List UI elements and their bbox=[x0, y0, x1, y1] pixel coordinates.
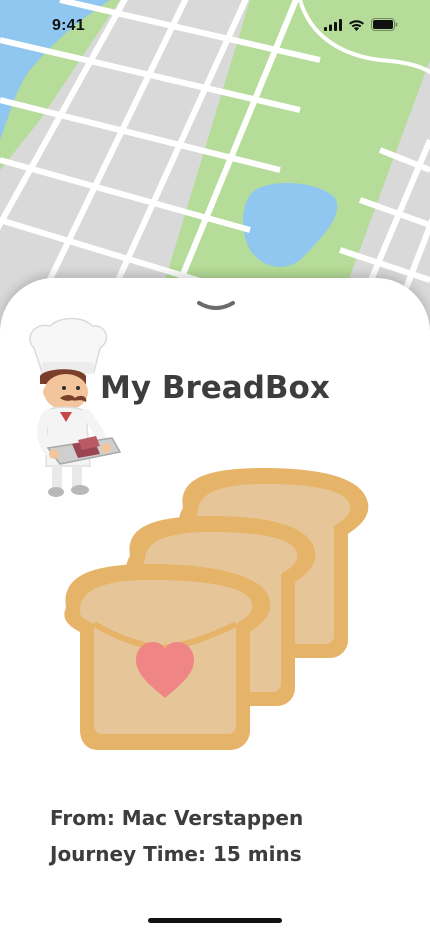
journey-time-line: Journey Time: 15 mins bbox=[50, 836, 303, 872]
stacked-bread-slices-with-heart-icon bbox=[64, 468, 369, 750]
from-label: From: bbox=[50, 806, 115, 830]
battery-icon bbox=[371, 18, 398, 31]
from-line: From: Mac Verstappen bbox=[50, 800, 303, 836]
page-title: My BreadBox bbox=[100, 370, 330, 406]
status-time: 9:41 bbox=[52, 17, 85, 34]
status-bar: 9:41 bbox=[0, 0, 430, 54]
cellular-signal-icon bbox=[324, 18, 342, 31]
journey-time-label: Journey Time: bbox=[50, 842, 206, 866]
journey-time-value: 15 mins bbox=[212, 842, 302, 866]
from-value: Mac Verstappen bbox=[121, 806, 304, 830]
wifi-icon bbox=[349, 19, 364, 31]
home-indicator[interactable] bbox=[148, 918, 282, 923]
bottom-sheet: My BreadBox From: Mac Verstappen Journey… bbox=[0, 278, 430, 932]
status-icons bbox=[324, 18, 398, 31]
screen: 9:41 My BreadBox From: Mac Verstappen Jo… bbox=[0, 0, 430, 932]
chevron-down-icon[interactable] bbox=[196, 300, 236, 314]
delivery-info: From: Mac Verstappen Journey Time: 15 mi… bbox=[50, 800, 303, 872]
